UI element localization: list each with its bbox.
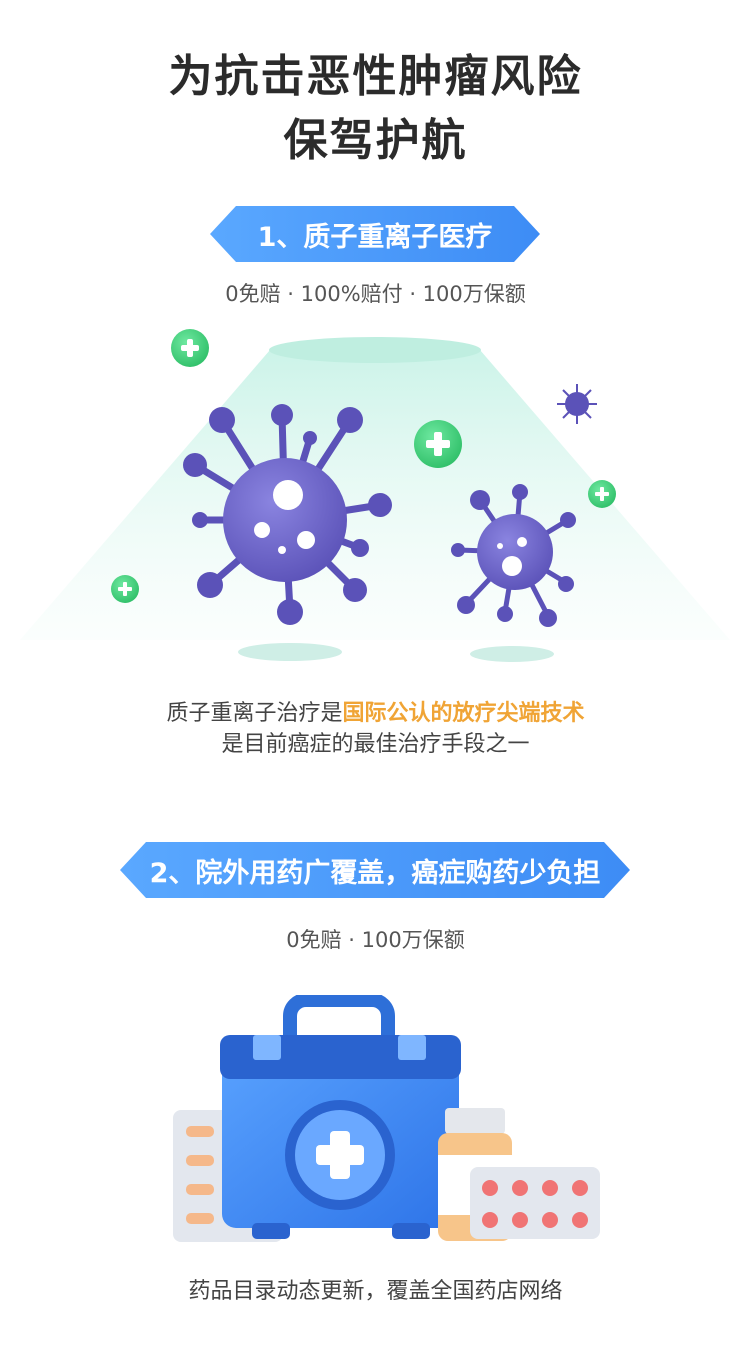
section1-desc-line1: 质子重离子治疗是国际公认的放疗尖端技术 (0, 698, 751, 729)
virus-illustration (20, 329, 730, 662)
section2-subline: 0免赔 · 100万保额 (286, 928, 465, 952)
plus-icon-left (111, 575, 139, 603)
section2-banner: 2、院外用药广覆盖，癌症购药少负担 (120, 842, 630, 898)
section1-desc-highlight: 国际公认的放疗尖端技术 (342, 701, 585, 726)
section1-description: 质子重离子治疗是国际公认的放疗尖端技术 是目前癌症的最佳治疗手段之一 (0, 698, 751, 760)
pill-sheet-right (470, 1167, 600, 1239)
shadow-left (238, 643, 342, 661)
section1-subline: 0免赔 · 100%赔付 · 100万保额 (225, 282, 526, 306)
section1-banner-label: 1、质子重离子医疗 (257, 221, 493, 253)
medical-kit-illustration (173, 995, 600, 1242)
section1-desc-part1: 质子重离子治疗是 (166, 701, 343, 726)
page-title-line2: 保驾护航 (283, 115, 468, 166)
section1-banner: 1、质子重离子医疗 (210, 206, 540, 262)
section2-banner-label: 2、院外用药广覆盖，癌症购药少负担 (149, 857, 601, 889)
beam-top (269, 337, 481, 363)
section1-desc-line2: 是目前癌症的最佳治疗手段之一 (221, 732, 530, 757)
plus-icon-right (588, 480, 616, 508)
page-title-line1: 为抗击恶性肿瘤风险 (168, 51, 583, 102)
shadow-right (470, 646, 554, 662)
section2-description: 药品目录动态更新，覆盖全国药店网络 (188, 1279, 563, 1304)
plus-icon-top-left (171, 329, 209, 367)
plus-icon-center (414, 420, 462, 468)
